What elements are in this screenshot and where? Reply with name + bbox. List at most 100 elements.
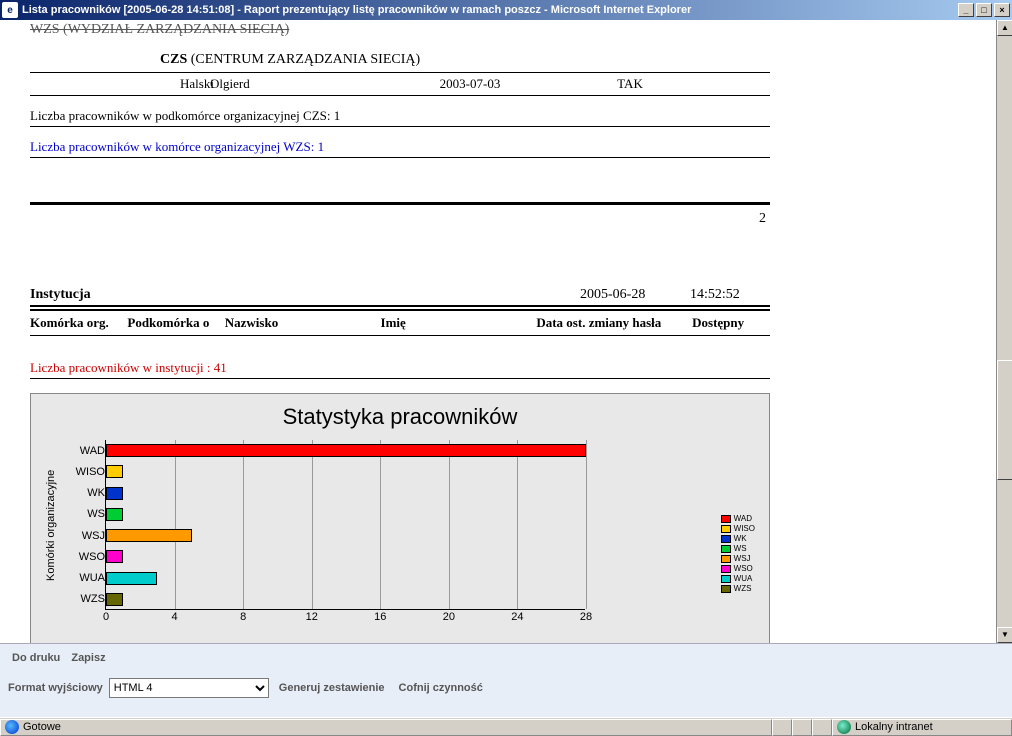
legend-swatch — [721, 565, 731, 573]
chart-bar-wua — [106, 572, 157, 585]
chart-bar-wzs — [106, 593, 123, 606]
legend-swatch — [721, 535, 731, 543]
chart-x-tick-label: 8 — [240, 611, 246, 623]
zone-icon — [837, 720, 851, 734]
chart-gridline — [586, 440, 587, 609]
scroll-thumb[interactable] — [997, 360, 1012, 480]
legend-label: WZS — [734, 584, 752, 594]
close-button[interactable]: × — [994, 3, 1010, 17]
legend-label: WK — [734, 534, 747, 544]
format-select[interactable]: HTML 4 — [109, 678, 269, 698]
czs-full: (CENTRUM ZARZĄDZANIA SIECIĄ) — [187, 52, 420, 67]
legend-item: WZS — [721, 584, 755, 594]
scroll-down-button[interactable]: ▼ — [997, 627, 1012, 643]
generate-button[interactable]: Generuj zestawienie — [275, 680, 389, 696]
legend-item: WSO — [721, 564, 755, 574]
wzs-header-truncated: WZS (WYDZIAŁ ZARZĄDZANIA SIECIĄ) — [30, 22, 770, 38]
legend-item: WISO — [721, 524, 755, 534]
page-number: 2 — [30, 205, 770, 227]
chart-gridline — [380, 440, 381, 609]
legend-swatch — [721, 545, 731, 553]
minimize-button[interactable]: _ — [958, 3, 974, 17]
chart-title: Statystyka pracowników — [41, 404, 759, 430]
format-label: Format wyjściowy — [8, 682, 103, 694]
chart-gridline — [175, 440, 176, 609]
chart-gridline — [517, 440, 518, 609]
chart-bar-wso — [106, 550, 123, 563]
status-cell-2 — [792, 719, 812, 736]
chart-x-tick-label: 4 — [172, 611, 178, 623]
emp-firstname: Olgierd — [210, 76, 370, 92]
legend-label: WSJ — [734, 554, 751, 564]
chart-bar-wsj — [106, 529, 192, 542]
legend-label: WISO — [734, 524, 755, 534]
chart-x-tick-label: 16 — [374, 611, 386, 623]
hdr-podkomorka: Podkomórka o — [127, 315, 224, 331]
bottom-toolbar: Do druku Zapisz Format wyjściowy HTML 4 … — [0, 643, 1012, 717]
inst-date: 2005-06-28 — [580, 287, 690, 303]
legend-item: WSJ — [721, 554, 755, 564]
status-zone-cell: Lokalny intranet — [832, 719, 1012, 736]
hdr-nazwisko: Nazwisko — [225, 315, 381, 331]
chart-gridline — [312, 440, 313, 609]
emp-surname: Halski — [30, 76, 210, 92]
legend-item: WUA — [721, 574, 755, 584]
legend-swatch — [721, 575, 731, 583]
legend-swatch — [721, 525, 731, 533]
chart-x-ticks: 0481216202428 — [106, 611, 585, 627]
czs-section-header: CZS (CENTRUM ZARZĄDZANIA SIECIĄ) — [30, 38, 770, 73]
column-headers: Komórka org. Podkomórka o Nazwisko Imię … — [30, 309, 770, 336]
undo-button[interactable]: Cofnij czynność — [395, 680, 487, 696]
vertical-scrollbar[interactable]: ▲ ▼ — [996, 20, 1012, 643]
hdr-dostepny: Dostępny — [692, 315, 770, 331]
save-button[interactable]: Zapisz — [67, 650, 109, 666]
window-titlebar: e Lista pracowników [2005-06-28 14:51:08… — [0, 0, 1012, 20]
report-body: WZS (WYDZIAŁ ZARZĄDZANIA SIECIĄ) CZS (CE… — [0, 22, 800, 643]
inst-label: Instytucja — [30, 287, 580, 303]
czs-abbr: CZS — [160, 52, 187, 67]
chart-y-category: WS — [61, 508, 105, 520]
legend-swatch — [721, 585, 731, 593]
chart-plot-area: 0481216202428 — [105, 440, 585, 610]
chart-y-category: WAD — [61, 445, 105, 457]
legend-label: WAD — [734, 514, 752, 524]
scroll-up-button[interactable]: ▲ — [997, 20, 1012, 36]
legend-swatch — [721, 515, 731, 523]
status-ready-text: Gotowe — [23, 720, 61, 735]
chart-gridline — [243, 440, 244, 609]
chart-x-tick-label: 28 — [580, 611, 592, 623]
chart-y-category: WISO — [61, 466, 105, 478]
maximize-button[interactable]: □ — [976, 3, 992, 17]
legend-item: WS — [721, 544, 755, 554]
inst-time: 14:52:52 — [690, 287, 770, 303]
legend-label: WS — [734, 544, 747, 554]
chart-gridline — [449, 440, 450, 609]
count-inst: Liczba pracowników w instytucji : 41 — [30, 348, 770, 379]
chart-y-category: WK — [61, 487, 105, 499]
chart-x-tick-label: 24 — [511, 611, 523, 623]
legend-label: WSO — [734, 564, 753, 574]
chart-bar-wiso — [106, 465, 123, 478]
chart-bar-ws — [106, 508, 123, 521]
legend-item: WK — [721, 534, 755, 544]
hdr-komorka: Komórka org. — [30, 315, 127, 331]
legend-swatch — [721, 555, 731, 563]
status-cell-1 — [772, 719, 792, 736]
chart-x-tick-label: 20 — [443, 611, 455, 623]
chart-y-categories: WAD WISO WK WS WSJ WSO WUA WZS — [61, 440, 105, 610]
status-cell-3 — [812, 719, 832, 736]
print-button[interactable]: Do druku — [8, 650, 64, 666]
content-viewport: WZS (WYDZIAŁ ZARZĄDZANIA SIECIĄ) CZS (CE… — [0, 20, 996, 643]
status-zone-text: Lokalny intranet — [855, 720, 933, 735]
chart-bar-wad — [106, 444, 586, 457]
hdr-imie: Imię — [381, 315, 537, 331]
chart-y-category: WSO — [61, 551, 105, 563]
ie-status-icon — [5, 720, 19, 734]
chart-y-category: WSJ — [61, 530, 105, 542]
chart-y-category: WZS — [61, 593, 105, 605]
employee-row: Halski Olgierd 2003-07-03 TAK — [30, 73, 770, 96]
chart-bar-wk — [106, 487, 123, 500]
chart-y-category: WUA — [61, 572, 105, 584]
hdr-data: Data ost. zmiany hasła — [536, 315, 692, 331]
emp-avail: TAK — [570, 76, 690, 92]
